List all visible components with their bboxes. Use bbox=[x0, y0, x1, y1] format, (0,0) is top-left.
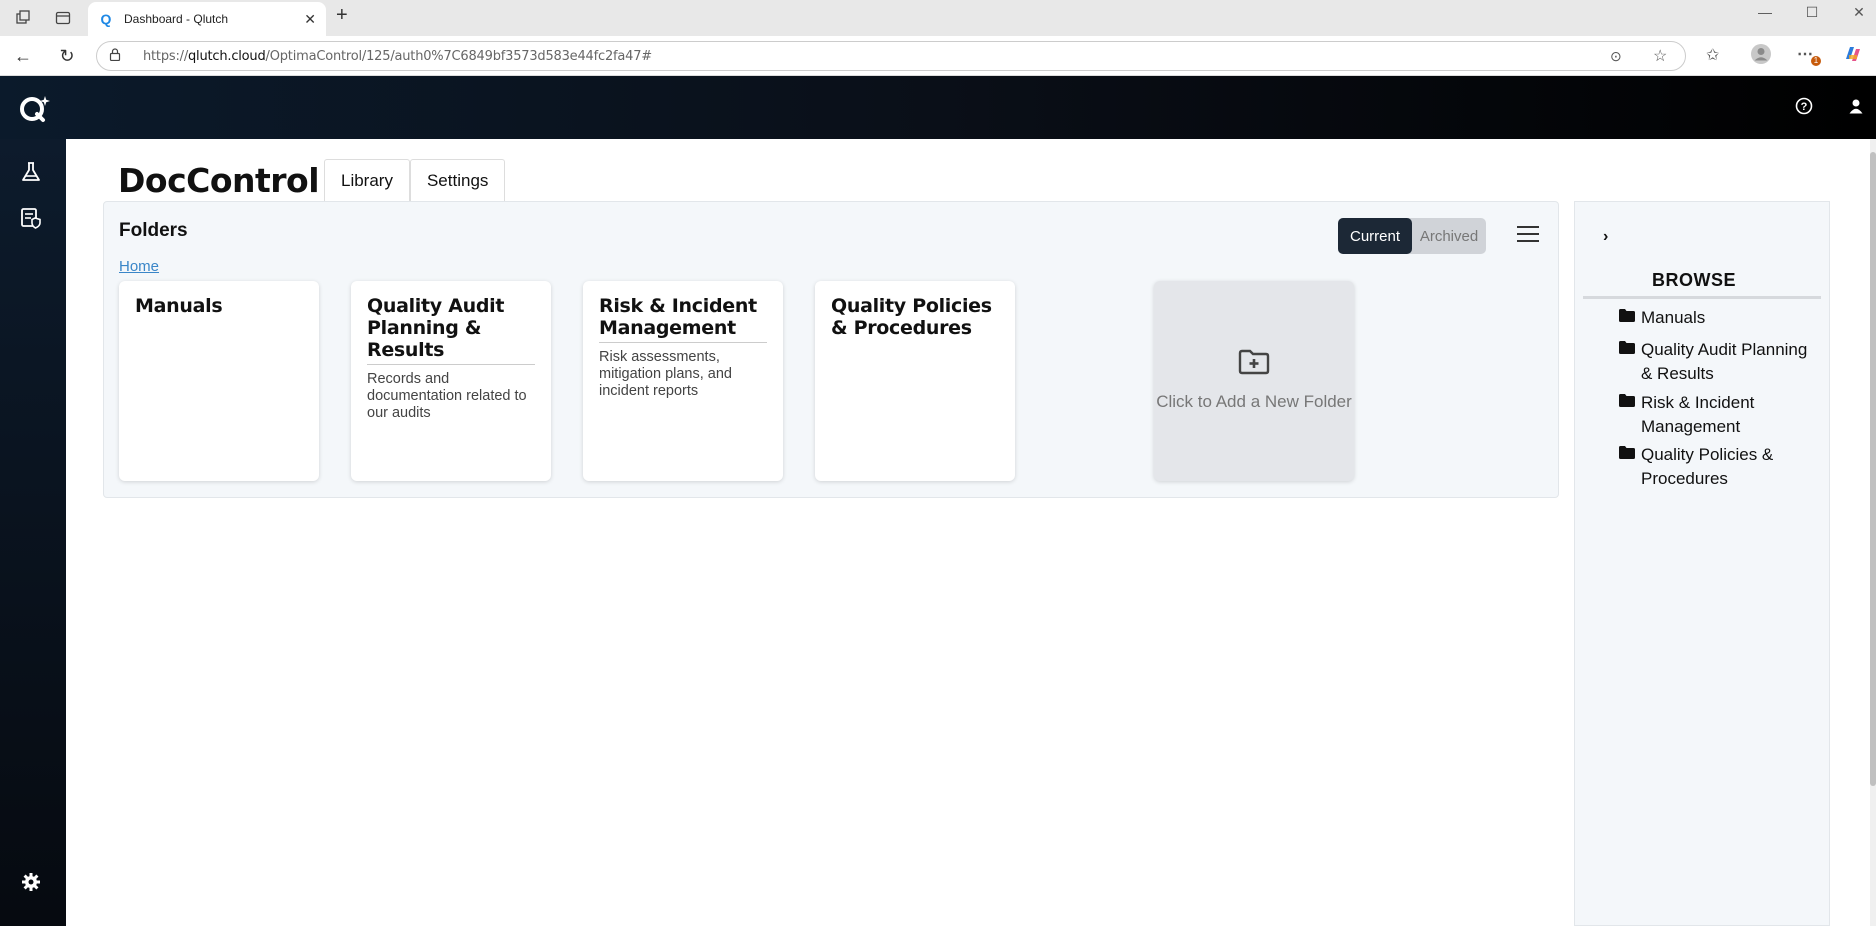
help-icon[interactable]: ? bbox=[1792, 94, 1816, 118]
browse-item-label: Risk & Incident Management bbox=[1641, 393, 1755, 436]
browse-item-quality-policies[interactable]: Quality Policies & Procedures bbox=[1619, 443, 1821, 491]
lock-icon[interactable] bbox=[109, 48, 129, 64]
breadcrumb-home[interactable]: Home bbox=[119, 258, 159, 275]
folder-icon bbox=[1619, 446, 1641, 491]
browse-item-label: Manuals bbox=[1641, 308, 1706, 327]
browse-item-quality-audit[interactable]: Quality Audit Planning & Results bbox=[1619, 338, 1821, 386]
close-window-icon[interactable]: ✕ bbox=[1836, 4, 1876, 21]
browser-nav-bar: ← ↻ https://qlutch.cloud/OptimaControl/1… bbox=[0, 36, 1876, 76]
url-text: https://qlutch.cloud/OptimaControl/125/a… bbox=[143, 49, 652, 64]
close-tab-icon[interactable]: ✕ bbox=[304, 11, 316, 28]
tab-actions-icon[interactable] bbox=[48, 3, 78, 33]
flask-icon[interactable] bbox=[18, 159, 44, 185]
folder-card[interactable]: Manuals bbox=[119, 281, 319, 481]
browser-tab-title: Dashboard - Qlutch bbox=[124, 12, 229, 26]
browse-divider bbox=[1583, 296, 1821, 299]
hamburger-menu-icon[interactable] bbox=[1517, 226, 1539, 244]
add-folder-text: Click to Add a New Folder bbox=[1156, 391, 1352, 411]
user-icon[interactable] bbox=[1844, 94, 1868, 118]
browser-tab-bar: Q Dashboard - Qlutch ✕ + — ☐ ✕ bbox=[0, 0, 1876, 36]
card-divider bbox=[367, 364, 535, 365]
page-tabs: Library Settings bbox=[324, 159, 506, 201]
folder-icon bbox=[1619, 341, 1641, 386]
svg-text:?: ? bbox=[1801, 101, 1808, 113]
workspaces-icon[interactable] bbox=[8, 3, 38, 33]
folder-card-description: Records and documentation related to our… bbox=[367, 371, 527, 421]
folder-card-description: Risk assessments, mitigation plans, and … bbox=[599, 349, 732, 399]
card-divider bbox=[599, 342, 767, 343]
folders-panel: Folders Home Current Archived Manuals Qu… bbox=[103, 201, 1559, 498]
folder-card[interactable]: Risk & Incident Management Risk assessme… bbox=[583, 281, 783, 481]
back-icon[interactable]: ← bbox=[8, 41, 38, 71]
app-sidebar bbox=[0, 139, 66, 926]
address-bar[interactable]: https://qlutch.cloud/OptimaControl/125/a… bbox=[96, 41, 1686, 71]
browse-item-label: Quality Policies & Procedures bbox=[1641, 445, 1774, 488]
document-shield-icon[interactable] bbox=[18, 205, 44, 231]
copilot-icon[interactable] bbox=[1842, 43, 1864, 68]
browse-item-risk-incident[interactable]: Risk & Incident Management bbox=[1619, 391, 1821, 439]
folder-card[interactable]: Quality Policies & Procedures bbox=[815, 281, 1015, 481]
profile-icon[interactable] bbox=[1750, 43, 1772, 68]
favorite-star-icon[interactable]: ☆ bbox=[1653, 46, 1667, 66]
url-path: /OptimaControl/125/auth0%7C6849bf3573d58… bbox=[265, 48, 653, 64]
current-archived-toggle: Current Archived bbox=[1338, 218, 1486, 254]
toggle-current[interactable]: Current bbox=[1338, 218, 1412, 254]
refresh-icon[interactable]: ↻ bbox=[52, 41, 82, 71]
main-content: DocControl Library Settings Folders Home… bbox=[66, 139, 1870, 926]
chevron-right-icon[interactable]: › bbox=[1603, 228, 1608, 246]
browse-item-label: Quality Audit Planning & Results bbox=[1641, 340, 1808, 383]
notification-badge: 1 bbox=[1811, 56, 1821, 66]
minimize-window-icon[interactable]: — bbox=[1742, 4, 1788, 20]
folder-icon bbox=[1619, 309, 1641, 330]
browse-panel: › BROWSE Manuals Quality Audit Planning … bbox=[1574, 201, 1830, 926]
gear-icon[interactable] bbox=[18, 869, 44, 895]
new-tab-icon[interactable]: + bbox=[336, 4, 348, 27]
folders-heading: Folders bbox=[119, 220, 188, 241]
page-info-icon[interactable]: ⊙ bbox=[1610, 48, 1622, 65]
folder-card-title: Quality Audit Planning & Results bbox=[367, 295, 505, 361]
toggle-archived[interactable]: Archived bbox=[1412, 218, 1486, 254]
tab-settings[interactable]: Settings bbox=[409, 159, 506, 201]
browse-item-manuals[interactable]: Manuals bbox=[1619, 306, 1821, 330]
qlutch-logo-icon[interactable] bbox=[18, 92, 50, 124]
folder-card-title: Quality Policies & Procedures bbox=[831, 295, 992, 339]
url-prefix: https:// bbox=[143, 48, 188, 64]
page-title: DocControl bbox=[118, 161, 320, 200]
folder-icon bbox=[1619, 394, 1641, 439]
folder-card-title: Risk & Incident Management bbox=[599, 295, 757, 339]
folder-card[interactable]: Quality Audit Planning & Results Records… bbox=[351, 281, 551, 481]
maximize-window-icon[interactable]: ☐ bbox=[1789, 4, 1835, 21]
browser-tab-active[interactable]: Q Dashboard - Qlutch ✕ bbox=[88, 2, 326, 36]
folder-card-title: Manuals bbox=[135, 295, 223, 317]
scrollbar-thumb[interactable] bbox=[1870, 152, 1876, 786]
tab-library[interactable]: Library bbox=[324, 159, 410, 201]
url-domain: qlutch.cloud bbox=[188, 48, 266, 64]
browse-heading: BROWSE bbox=[1652, 270, 1736, 290]
favorites-list-icon[interactable]: ✩ bbox=[1706, 45, 1719, 65]
add-folder-card[interactable]: Click to Add a New Folder bbox=[1154, 281, 1354, 481]
app-header: ? bbox=[0, 76, 1876, 139]
qlutch-favicon-icon: Q bbox=[100, 11, 112, 27]
folder-plus-icon bbox=[1238, 349, 1270, 380]
